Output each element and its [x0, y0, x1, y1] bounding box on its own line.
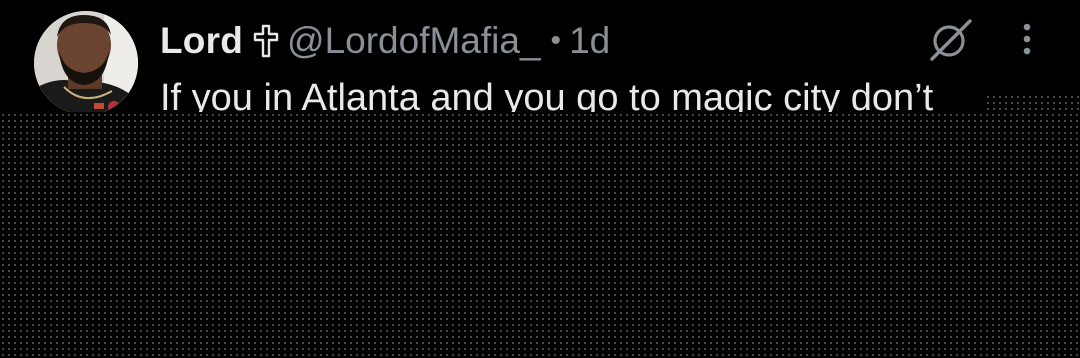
- separator-dot: •: [550, 24, 562, 57]
- display-name[interactable]: Lord: [160, 20, 243, 62]
- avatar[interactable]: [34, 11, 138, 115]
- more-vertical-icon[interactable]: [1014, 20, 1040, 60]
- timestamp[interactable]: 1d: [569, 20, 610, 62]
- tweet-header: Lord @LordofMafia_ • 1d: [160, 18, 610, 64]
- grok-icon[interactable]: [926, 17, 976, 63]
- redaction-overlay: [0, 112, 1080, 358]
- latin-cross-icon: [253, 24, 279, 58]
- tweet[interactable]: Lord @LordofMafia_ • 1d If you in Atlant…: [0, 0, 1080, 358]
- avatar-image: [34, 11, 138, 115]
- redaction-overlay-edge: [985, 94, 1080, 114]
- user-handle[interactable]: @LordofMafia_: [287, 20, 541, 62]
